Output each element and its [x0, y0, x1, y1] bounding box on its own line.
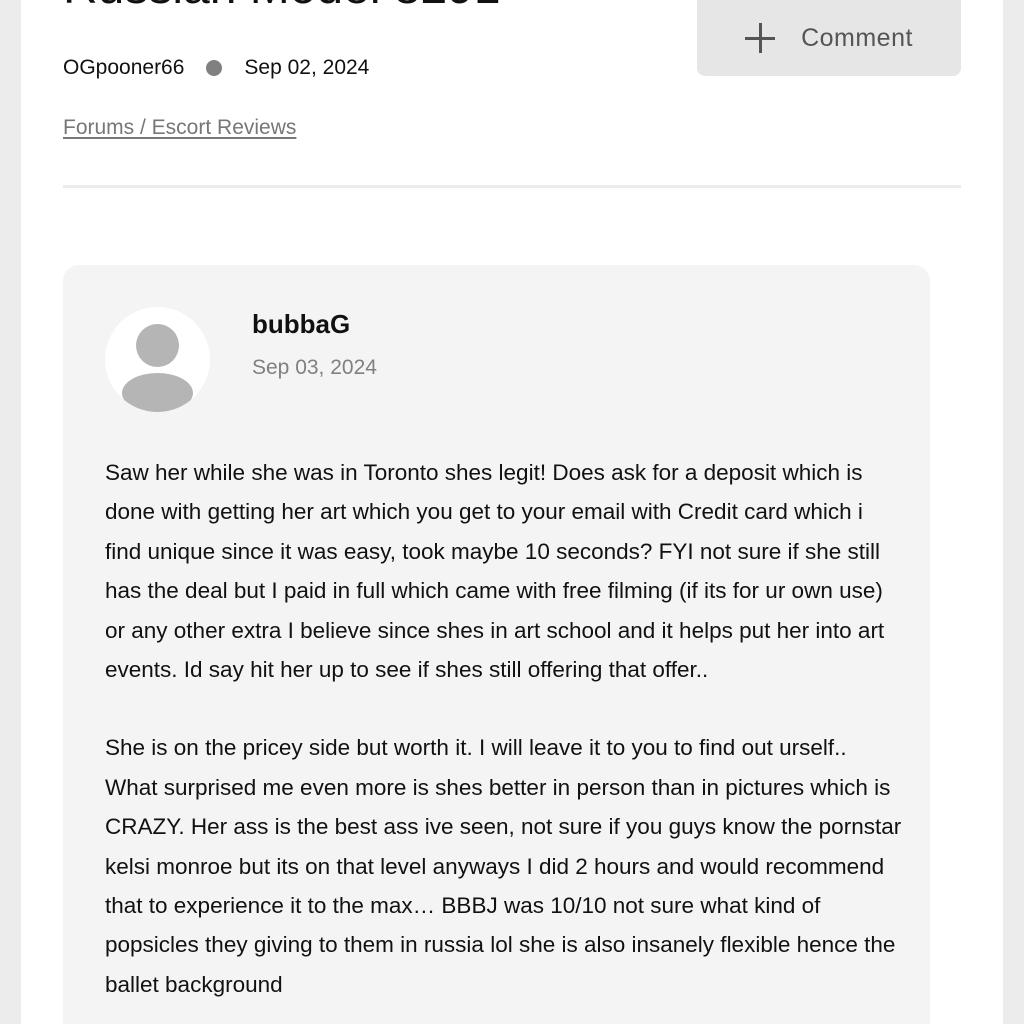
thread-date: Sep 02, 2024 — [244, 56, 370, 79]
comment-button[interactable]: Comment — [697, 0, 961, 76]
post-paragraph: Saw her while she was in Toronto shes le… — [105, 460, 885, 683]
breadcrumb[interactable]: Forums / Escort Reviews — [63, 116, 296, 140]
avatar[interactable] — [105, 307, 210, 412]
thread-author[interactable]: OGpooner66 — [63, 56, 184, 80]
divider — [63, 185, 961, 188]
plus-icon — [745, 23, 776, 53]
avatar-head-icon — [136, 324, 179, 367]
thread-meta: OGpooner66 Sep 02, 2024 — [63, 56, 369, 80]
post-card: bubbaG Sep 03, 2024 Saw her while she wa… — [63, 265, 930, 1024]
post-paragraph: She is on the pricey side but worth it. … — [105, 735, 902, 997]
thread-title: Russian Model 8291 — [63, 0, 501, 15]
post-date: Sep 03, 2024 — [252, 356, 377, 379]
separator-dot — [206, 60, 223, 76]
avatar-body-icon — [122, 373, 193, 412]
post-author[interactable]: bubbaG — [252, 309, 350, 340]
post-body: Saw her while she was in Toronto shes le… — [105, 453, 905, 1024]
comment-button-label: Comment — [801, 23, 913, 52]
thread-page: Russian Model 8291 OGpooner66 Sep 02, 20… — [21, 0, 1003, 1024]
